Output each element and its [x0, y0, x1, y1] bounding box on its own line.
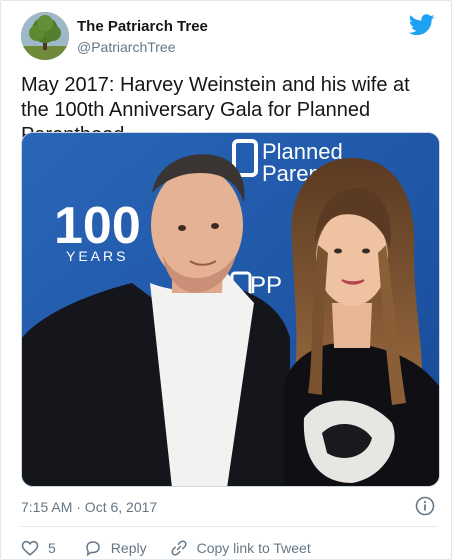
tweet-photo[interactable]: Planned Parenthood 100 YEARS PP — [21, 132, 440, 487]
heart-icon — [21, 540, 39, 556]
twitter-bird-icon[interactable] — [409, 14, 435, 36]
copy-link-label: Copy link to Tweet — [196, 540, 311, 556]
author-handle[interactable]: @PatriarchTree — [77, 39, 176, 55]
link-icon — [171, 540, 187, 556]
reply-button[interactable]: Reply — [84, 539, 147, 557]
like-count: 5 — [48, 540, 56, 556]
reply-label: Reply — [110, 540, 147, 556]
backdrop-years-text: YEARS — [66, 248, 128, 264]
tweet-card: The Patriarch Tree @PatriarchTree May 20… — [0, 0, 452, 560]
tweet-actions: 5 Reply Copy link to Tweet — [21, 538, 311, 558]
action-divider — [21, 526, 437, 527]
like-button[interactable]: 5 — [21, 539, 56, 557]
backdrop-100-text: 100 — [54, 197, 141, 255]
gala-photo-image: Planned Parenthood 100 YEARS PP — [22, 133, 439, 486]
author-avatar[interactable] — [21, 12, 69, 60]
tweet-timestamp[interactable]: 7:15 AM · Oct 6, 2017 — [21, 499, 157, 515]
copy-link-button[interactable]: Copy link to Tweet — [170, 539, 311, 557]
tree-avatar-icon — [21, 12, 69, 60]
backdrop-pp-text: PP — [250, 272, 282, 299]
reply-bubble-icon — [86, 541, 100, 557]
author-name[interactable]: The Patriarch Tree — [77, 18, 208, 35]
info-icon[interactable] — [415, 496, 435, 516]
